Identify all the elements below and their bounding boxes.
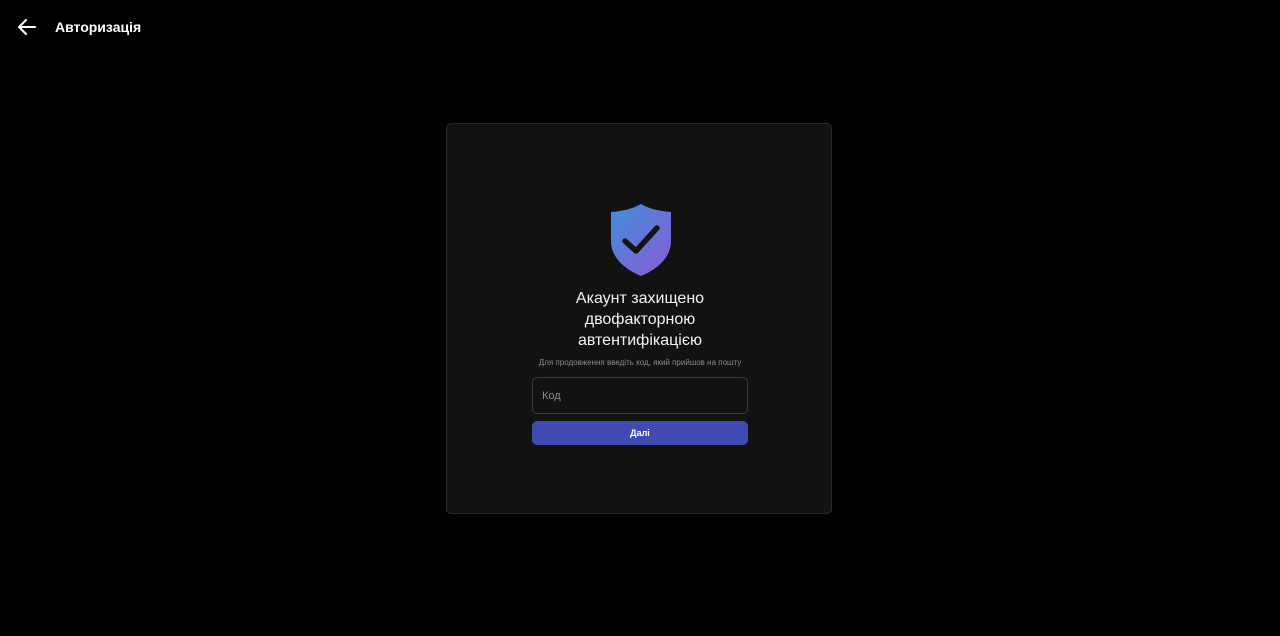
card-heading-line: Акаунт захищено bbox=[575, 290, 705, 307]
top-bar: Авторизація bbox=[0, 0, 1280, 54]
card-heading: Акаунт захищено двофакторною автентифіка… bbox=[447, 288, 833, 351]
next-button[interactable]: Далі bbox=[532, 421, 748, 445]
back-button[interactable] bbox=[14, 14, 40, 40]
code-input[interactable] bbox=[532, 377, 748, 414]
card-heading-line: двофакторною bbox=[584, 311, 696, 328]
shield-check-icon bbox=[611, 204, 671, 276]
card-heading-line: автентифікацією bbox=[577, 332, 703, 349]
page-title: Авторизація bbox=[55, 19, 142, 35]
two-factor-card: Акаунт захищено двофакторною автентифіка… bbox=[446, 123, 832, 514]
card-hint: Для продовження введіть код, який прийшо… bbox=[538, 358, 742, 367]
arrow-left-icon bbox=[18, 19, 36, 35]
